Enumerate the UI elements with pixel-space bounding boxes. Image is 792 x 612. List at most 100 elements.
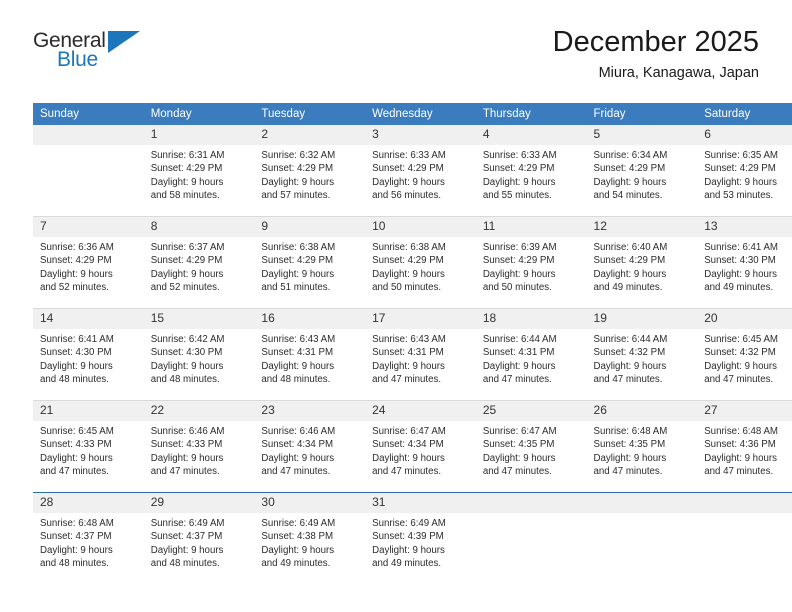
- logo-triangle-icon: [108, 31, 140, 53]
- calendar-day-cell[interactable]: 16 Sunrise: 6:43 AM Sunset: 4:31 PM Dayligh…: [254, 308, 366, 401]
- calendar-day-cell-empty: [475, 492, 587, 584]
- calendar-day-cell[interactable]: 25 Sunrise: 6:47 AM Sunset: 4:35 PM Dayligh…: [475, 400, 587, 493]
- calendar-day-cell-empty: [697, 492, 792, 584]
- calendar-day-cell[interactable]: 26 Sunrise: 6:48 AM Sunset: 4:35 PM Dayligh…: [586, 400, 698, 493]
- day-details: Sunrise: 6:44 AM Sunset: 4:31 PM Daylight:…: [476, 329, 587, 387]
- sunset-time: Sunset: 4:33 PM: [40, 439, 112, 451]
- day-number: 22: [143, 401, 255, 421]
- day-details: Sunrise: 6:45 AM Sunset: 4:32 PM Daylight:…: [697, 329, 792, 387]
- calendar-week-row: 7 Sunrise: 6:36 AM Sunset: 4:29 PM Daylight…: [33, 216, 792, 309]
- calendar-day-cell[interactable]: 27 Sunrise: 6:48 AM Sunset: 4:36 PM Dayligh…: [697, 400, 792, 493]
- sunset-time: Sunset: 4:30 PM: [150, 347, 223, 359]
- daylight-duration-line1: Daylight: 9 hours: [261, 360, 335, 372]
- day-number: 7: [33, 217, 144, 237]
- calendar-body: 1 Sunrise: 6:31 AM Sunset: 4:29 PM Daylight…: [33, 125, 792, 584]
- sunrise-time: Sunrise: 6:47 AM: [372, 426, 446, 437]
- day-number: 17: [365, 309, 476, 329]
- calendar-day-cell[interactable]: 15 Sunrise: 6:42 AM Sunset: 4:30 PM Dayligh…: [143, 308, 255, 401]
- day-number: 15: [143, 309, 255, 329]
- sunset-time: Sunset: 4:29 PM: [593, 163, 666, 175]
- daylight-duration-line1: Daylight: 9 hours: [593, 452, 667, 464]
- sunrise-time: Sunrise: 6:41 AM: [40, 334, 114, 345]
- sunset-time: Sunset: 4:29 PM: [704, 163, 776, 175]
- calendar-day-cell[interactable]: 13 Sunrise: 6:41 AM Sunset: 4:30 PM Dayligh…: [697, 216, 792, 309]
- calendar-day-cell[interactable]: 28 Sunrise: 6:48 AM Sunset: 4:37 PM Dayligh…: [33, 492, 144, 584]
- calendar-day-cell[interactable]: 21 Sunrise: 6:45 AM Sunset: 4:33 PM Dayligh…: [33, 400, 144, 493]
- day-details: Sunrise: 6:48 AM Sunset: 4:35 PM Daylight:…: [587, 421, 698, 479]
- calendar-day-cell[interactable]: 2 Sunrise: 6:32 AM Sunset: 4:29 PM Daylight…: [254, 125, 366, 217]
- general-blue-logo[interactable]: General Blue: [33, 30, 213, 86]
- day-number: 16: [254, 309, 366, 329]
- calendar-day-cell[interactable]: 24 Sunrise: 6:47 AM Sunset: 4:34 PM Dayligh…: [365, 400, 476, 493]
- daylight-duration-line1: Daylight: 9 hours: [40, 360, 113, 372]
- daylight-duration-line2: and 53 minutes.: [704, 190, 774, 202]
- calendar-day-cell[interactable]: 12 Sunrise: 6:40 AM Sunset: 4:29 PM Dayligh…: [586, 216, 698, 309]
- day-details: Sunrise: 6:43 AM Sunset: 4:31 PM Daylight:…: [365, 329, 476, 387]
- calendar-day-cell[interactable]: 31 Sunrise: 6:49 AM Sunset: 4:39 PM Dayligh…: [365, 492, 476, 584]
- sunrise-time: Sunrise: 6:48 AM: [40, 518, 114, 529]
- calendar-day-cell[interactable]: 4 Sunrise: 6:33 AM Sunset: 4:29 PM Daylight…: [475, 125, 587, 217]
- sunset-time: Sunset: 4:29 PM: [482, 163, 555, 175]
- weekday-header-saturday: Saturday: [697, 103, 792, 125]
- calendar-day-cell[interactable]: 5 Sunrise: 6:34 AM Sunset: 4:29 PM Daylight…: [586, 125, 698, 217]
- calendar-day-cell[interactable]: 17 Sunrise: 6:43 AM Sunset: 4:31 PM Dayligh…: [365, 308, 476, 401]
- daylight-duration-line2: and 51 minutes.: [261, 282, 331, 294]
- sunrise-time: Sunrise: 6:46 AM: [150, 426, 225, 437]
- calendar-day-cell[interactable]: 29 Sunrise: 6:49 AM Sunset: 4:37 PM Dayligh…: [143, 492, 255, 584]
- calendar-day-cell[interactable]: 11 Sunrise: 6:39 AM Sunset: 4:29 PM Dayligh…: [475, 216, 587, 309]
- day-number: 23: [254, 401, 366, 421]
- sunrise-time: Sunrise: 6:41 AM: [704, 242, 778, 253]
- calendar-day-cell[interactable]: 10 Sunrise: 6:38 AM Sunset: 4:29 PM Dayligh…: [365, 216, 476, 309]
- calendar-day-cell[interactable]: 22 Sunrise: 6:46 AM Sunset: 4:33 PM Dayligh…: [143, 400, 255, 493]
- daylight-duration-line2: and 50 minutes.: [482, 282, 552, 294]
- day-number: 18: [475, 309, 587, 329]
- calendar-day-cell[interactable]: 18 Sunrise: 6:44 AM Sunset: 4:31 PM Dayligh…: [475, 308, 587, 401]
- sunset-time: Sunset: 4:35 PM: [593, 439, 666, 451]
- sunrise-time: Sunrise: 6:33 AM: [372, 150, 446, 161]
- calendar-day-cell[interactable]: 7 Sunrise: 6:36 AM Sunset: 4:29 PM Daylight…: [33, 216, 144, 309]
- day-number: 29: [143, 493, 255, 513]
- day-number: [697, 493, 792, 513]
- calendar-page: General Blue December 2025 Miura, Kanaga…: [0, 0, 792, 612]
- day-number: 13: [697, 217, 792, 237]
- day-details: Sunrise: 6:46 AM Sunset: 4:33 PM Daylight:…: [144, 421, 255, 479]
- daylight-duration-line1: Daylight: 9 hours: [372, 544, 445, 556]
- daylight-duration-line2: and 48 minutes.: [150, 558, 220, 570]
- calendar-day-cell[interactable]: 23 Sunrise: 6:46 AM Sunset: 4:34 PM Dayligh…: [254, 400, 366, 493]
- daylight-duration-line1: Daylight: 9 hours: [40, 544, 113, 556]
- day-number: 8: [143, 217, 255, 237]
- title-block: December 2025 Miura, Kanagawa, Japan: [553, 26, 759, 83]
- day-details: Sunrise: 6:48 AM Sunset: 4:37 PM Daylight:…: [33, 513, 144, 571]
- page-title: December 2025: [552, 26, 759, 58]
- daylight-duration-line2: and 47 minutes.: [372, 374, 442, 386]
- sunset-time: Sunset: 4:32 PM: [704, 347, 776, 359]
- sunrise-time: Sunrise: 6:45 AM: [704, 334, 778, 345]
- day-details: Sunrise: 6:48 AM Sunset: 4:36 PM Daylight:…: [697, 421, 792, 479]
- calendar-day-cell[interactable]: 6 Sunrise: 6:35 AM Sunset: 4:29 PM Daylight…: [697, 125, 792, 217]
- daylight-duration-line1: Daylight: 9 hours: [593, 176, 667, 188]
- calendar-day-cell[interactable]: 8 Sunrise: 6:37 AM Sunset: 4:29 PM Daylight…: [143, 216, 255, 309]
- sunrise-time: Sunrise: 6:35 AM: [704, 150, 778, 161]
- sunrise-time: Sunrise: 6:47 AM: [482, 426, 557, 437]
- calendar-day-cell[interactable]: 19 Sunrise: 6:44 AM Sunset: 4:32 PM Dayligh…: [586, 308, 698, 401]
- daylight-duration-line1: Daylight: 9 hours: [482, 452, 556, 464]
- calendar-day-cell[interactable]: 9 Sunrise: 6:38 AM Sunset: 4:29 PM Daylight…: [254, 216, 366, 309]
- sunrise-time: Sunrise: 6:43 AM: [261, 334, 336, 345]
- day-details: Sunrise: 6:41 AM Sunset: 4:30 PM Daylight:…: [697, 237, 792, 295]
- calendar-day-cell[interactable]: 20 Sunrise: 6:45 AM Sunset: 4:32 PM Dayligh…: [697, 308, 792, 401]
- daylight-duration-line2: and 49 minutes.: [593, 282, 663, 294]
- sunrise-time: Sunrise: 6:48 AM: [593, 426, 668, 437]
- weekday-header-thursday: Thursday: [475, 103, 587, 125]
- calendar-day-cell[interactable]: 1 Sunrise: 6:31 AM Sunset: 4:29 PM Daylight…: [143, 125, 255, 217]
- day-details: Sunrise: 6:44 AM Sunset: 4:32 PM Daylight:…: [587, 329, 698, 387]
- daylight-duration-line1: Daylight: 9 hours: [704, 452, 777, 464]
- calendar-day-cell[interactable]: 30 Sunrise: 6:49 AM Sunset: 4:38 PM Dayligh…: [254, 492, 366, 584]
- daylight-duration-line2: and 49 minutes.: [372, 558, 442, 570]
- calendar-day-cell[interactable]: 3 Sunrise: 6:33 AM Sunset: 4:29 PM Daylight…: [365, 125, 476, 217]
- calendar-day-cell[interactable]: 14 Sunrise: 6:41 AM Sunset: 4:30 PM Dayligh…: [33, 308, 144, 401]
- sunset-time: Sunset: 4:31 PM: [482, 347, 555, 359]
- daylight-duration-line2: and 56 minutes.: [372, 190, 442, 202]
- day-number: 4: [475, 125, 587, 145]
- sunset-time: Sunset: 4:34 PM: [372, 439, 444, 451]
- day-details: Sunrise: 6:33 AM Sunset: 4:29 PM Daylight:…: [365, 145, 476, 203]
